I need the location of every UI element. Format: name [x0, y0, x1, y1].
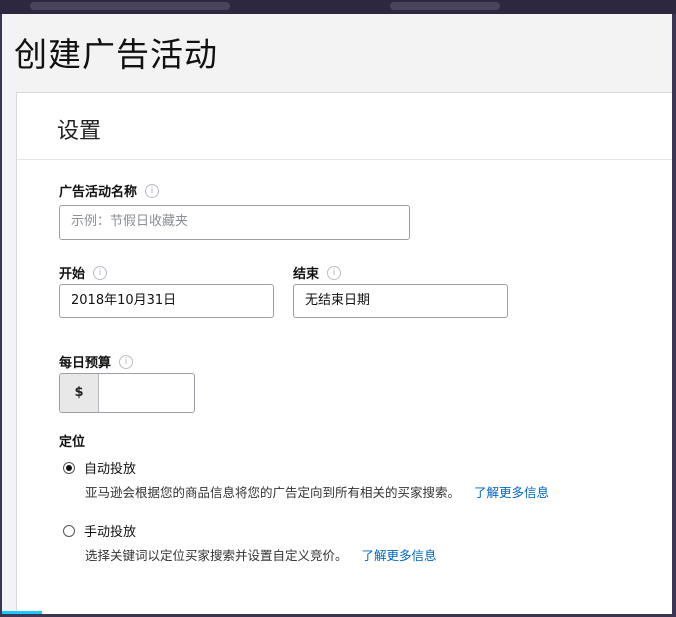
daily-budget-label: 每日预算 i	[59, 352, 134, 371]
start-label: 开始 i	[59, 263, 108, 282]
daily-budget-label-text: 每日预算	[59, 356, 112, 371]
auto-targeting-description: 亚马逊会根据您的商品信息将您的广告定向到所有相关的买家搜索。 了解更多信息	[85, 482, 549, 501]
end-label: 结束 i	[293, 263, 342, 282]
start-date-input[interactable]: 2018年10月31日	[59, 284, 274, 318]
auto-targeting-label: 自动投放	[84, 462, 137, 477]
background-blur	[30, 2, 230, 10]
bottom-accent-bar	[2, 611, 42, 614]
page-title: 创建广告活动	[14, 35, 218, 74]
radio-button-checked[interactable]	[63, 461, 75, 474]
radio-manual-targeting[interactable]: 手动投放	[63, 521, 136, 540]
section-title: 设置	[57, 119, 102, 144]
info-icon[interactable]: i	[145, 183, 160, 198]
daily-budget-input[interactable]: $	[59, 373, 195, 413]
end-label-text: 结束	[293, 267, 320, 282]
learn-more-link[interactable]: 了解更多信息	[362, 548, 437, 563]
radio-auto-targeting[interactable]: 自动投放	[63, 458, 136, 477]
start-label-text: 开始	[59, 267, 86, 282]
targeting-label: 定位	[59, 431, 85, 450]
background-blur	[390, 2, 500, 10]
campaign-name-label-text: 广告活动名称	[59, 185, 138, 200]
settings-card: 设置 广告活动名称 i 示例：节假日收藏夹 开始 i 2018年10月31日 结…	[16, 92, 672, 614]
targeting-label-text: 定位	[59, 435, 86, 450]
manual-targeting-description: 选择关键词以定位买家搜索并设置自定义竞价。 了解更多信息	[85, 545, 437, 564]
background-window-strip	[0, 0, 676, 14]
info-icon[interactable]: i	[327, 265, 342, 280]
info-icon[interactable]: i	[119, 354, 134, 369]
learn-more-link[interactable]: 了解更多信息	[474, 485, 549, 500]
campaign-name-input[interactable]: 示例：节假日收藏夹	[59, 205, 410, 240]
radio-button-unchecked[interactable]	[63, 524, 75, 537]
info-icon[interactable]: i	[93, 265, 108, 280]
settings-header: 设置	[17, 93, 672, 160]
auto-targeting-desc-text: 亚马逊会根据您的商品信息将您的广告定向到所有相关的买家搜索。	[85, 485, 461, 500]
campaign-window: 创建广告活动 设置 广告活动名称 i 示例：节假日收藏夹 开始 i 2018年1…	[2, 14, 672, 614]
campaign-name-label: 广告活动名称 i	[59, 181, 160, 200]
manual-targeting-desc-text: 选择关键词以定位买家搜索并设置自定义竞价。	[85, 548, 348, 563]
end-date-input[interactable]: 无结束日期	[293, 284, 508, 318]
manual-targeting-label: 手动投放	[84, 525, 137, 540]
currency-prefix: $	[60, 374, 99, 412]
